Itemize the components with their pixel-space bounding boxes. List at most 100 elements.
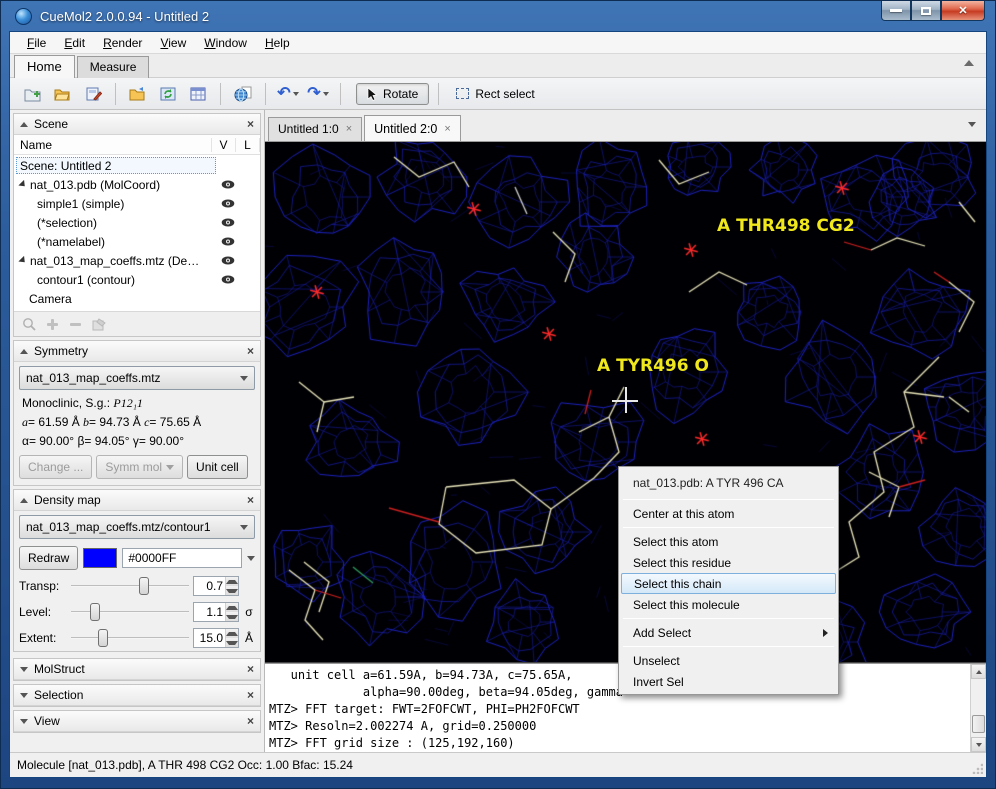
menu-item-select-this-residue[interactable]: Select this residue: [621, 552, 836, 573]
transp-spinbox[interactable]: 0.7: [193, 576, 239, 596]
panel-close-icon[interactable]: ×: [247, 714, 254, 728]
color-dropdown-icon[interactable]: [247, 556, 255, 561]
view-tab-untitled-1-0[interactable]: Untitled 1:0×: [268, 117, 362, 141]
open-scene-button[interactable]: [50, 82, 76, 106]
unit-cell-button[interactable]: Unit cell: [187, 455, 248, 479]
level-slider[interactable]: [71, 611, 189, 613]
scroll-down-icon[interactable]: [971, 737, 986, 752]
view-tab-untitled-2-0[interactable]: Untitled 2:0×: [364, 115, 461, 141]
undo-dropdown-icon[interactable]: [293, 92, 299, 96]
map-color-input[interactable]: #0000FF: [122, 548, 242, 568]
menu-item-unselect[interactable]: Unselect: [621, 650, 836, 671]
menu-edit[interactable]: Edit: [55, 34, 94, 52]
symmetry-dataset-select[interactable]: nat_013_map_coeffs.mtz: [19, 366, 255, 390]
save-scene-button[interactable]: [80, 82, 106, 106]
density-panel-header[interactable]: Density map ×: [14, 490, 260, 511]
menu-item-add-select[interactable]: Add Select: [621, 622, 836, 643]
scene-panel-header[interactable]: Scene ×: [14, 114, 260, 135]
redo-dropdown-icon[interactable]: [323, 92, 329, 96]
panel-close-icon[interactable]: ×: [247, 688, 254, 702]
menu-render[interactable]: Render: [94, 34, 151, 52]
visibility-eye-icon[interactable]: [221, 237, 235, 246]
extent-slider[interactable]: [71, 637, 189, 639]
menu-file[interactable]: File: [18, 34, 55, 52]
tab-close-icon[interactable]: ×: [346, 123, 352, 135]
level-spinbox[interactable]: 1.1: [193, 602, 239, 622]
extent-spinbox[interactable]: 15.0: [193, 628, 239, 648]
tree-row[interactable]: simple1 (simple): [14, 194, 260, 213]
zoom-icon[interactable]: [22, 317, 37, 332]
rotate-tool-button[interactable]: Rotate: [356, 83, 429, 105]
menu-window[interactable]: Window: [195, 34, 256, 52]
expand-icon[interactable]: [20, 719, 28, 724]
map-color-swatch[interactable]: [83, 548, 117, 568]
object-table-button[interactable]: [185, 82, 211, 106]
scrollbar-thumb[interactable]: [972, 715, 985, 733]
symmetry-panel-close-icon[interactable]: ×: [247, 344, 254, 358]
transp-slider[interactable]: [71, 585, 189, 587]
view-tabs-dropdown-icon[interactable]: [968, 122, 976, 127]
redo-button[interactable]: ↷: [305, 82, 331, 106]
density-target-select[interactable]: nat_013_map_coeffs.mtz/contour1: [19, 515, 255, 539]
visibility-eye-icon[interactable]: [221, 256, 235, 265]
scroll-up-icon[interactable]: [971, 664, 986, 679]
resize-grip[interactable]: [972, 763, 983, 774]
redraw-button[interactable]: Redraw: [19, 546, 78, 570]
console-scrollbar[interactable]: [970, 664, 986, 752]
add-icon[interactable]: [45, 317, 60, 332]
menu-item-select-this-molecule[interactable]: Select this molecule: [621, 594, 836, 615]
tab-close-icon[interactable]: ×: [444, 123, 450, 135]
collapse-icon[interactable]: [20, 349, 28, 354]
molstruct-panel-header[interactable]: MolStruct×: [14, 659, 260, 680]
expand-icon[interactable]: [20, 667, 28, 672]
tree-expander-icon[interactable]: [18, 256, 27, 265]
visibility-eye-icon[interactable]: [221, 275, 235, 284]
menu-help[interactable]: Help: [256, 34, 299, 52]
symm-mol-button[interactable]: Symm mol: [96, 455, 183, 479]
menu-item-select-this-atom[interactable]: Select this atom: [621, 531, 836, 552]
tree-expander-icon[interactable]: [18, 180, 27, 189]
close-button[interactable]: ✕: [941, 1, 985, 21]
slider-thumb[interactable]: [139, 577, 149, 595]
ribbon-tab-home[interactable]: Home: [14, 55, 75, 78]
expand-icon[interactable]: [20, 693, 28, 698]
visibility-eye-icon[interactable]: [221, 199, 235, 208]
title-bar[interactable]: CueMol2 2.0.0.94 - Untitled 2 ✕: [1, 1, 995, 31]
tree-row[interactable]: (*namelabel): [14, 232, 260, 251]
slider-thumb[interactable]: [90, 603, 100, 621]
maximize-button[interactable]: [911, 1, 941, 21]
menu-item-select-this-chain[interactable]: Select this chain: [621, 573, 836, 594]
menu-view[interactable]: View: [151, 34, 195, 52]
properties-icon[interactable]: [91, 317, 107, 332]
symmetry-panel-header[interactable]: Symmetry ×: [14, 341, 260, 362]
new-scene-button[interactable]: [20, 82, 46, 106]
tree-row[interactable]: contour1 (contour): [14, 270, 260, 289]
menu-item-invert-sel[interactable]: Invert Sel: [621, 671, 836, 692]
collapse-icon[interactable]: [20, 122, 28, 127]
tree-row[interactable]: (*selection): [14, 213, 260, 232]
open-file-button[interactable]: [125, 82, 151, 106]
scene-panel-close-icon[interactable]: ×: [247, 117, 254, 131]
view-panel-header[interactable]: View×: [14, 711, 260, 732]
menu-item-center-at-this-atom[interactable]: Center at this atom: [621, 503, 836, 524]
tree-row[interactable]: nat_013.pdb (MolCoord): [14, 175, 260, 194]
minimize-button[interactable]: [881, 1, 911, 21]
tree-row[interactable]: Camera: [14, 289, 260, 308]
density-panel-close-icon[interactable]: ×: [247, 493, 254, 507]
slider-thumb[interactable]: [98, 629, 108, 647]
reload-view-button[interactable]: [155, 82, 181, 106]
change-button[interactable]: Change ...: [19, 455, 92, 479]
ribbon-collapse-icon[interactable]: [964, 60, 974, 66]
ribbon-tab-measure[interactable]: Measure: [77, 56, 150, 78]
tree-row[interactable]: Scene: Untitled 2: [14, 156, 260, 175]
visibility-eye-icon[interactable]: [221, 218, 235, 227]
visibility-eye-icon[interactable]: [221, 180, 235, 189]
panel-close-icon[interactable]: ×: [247, 662, 254, 676]
collapse-icon[interactable]: [20, 498, 28, 503]
selection-panel-header[interactable]: Selection×: [14, 685, 260, 706]
render-scene-button[interactable]: [230, 82, 256, 106]
tree-row[interactable]: nat_013_map_coeffs.mtz (De…: [14, 251, 260, 270]
undo-button[interactable]: ↶: [275, 82, 301, 106]
rect-select-button[interactable]: Rect select: [448, 84, 542, 104]
remove-icon[interactable]: [68, 317, 83, 332]
